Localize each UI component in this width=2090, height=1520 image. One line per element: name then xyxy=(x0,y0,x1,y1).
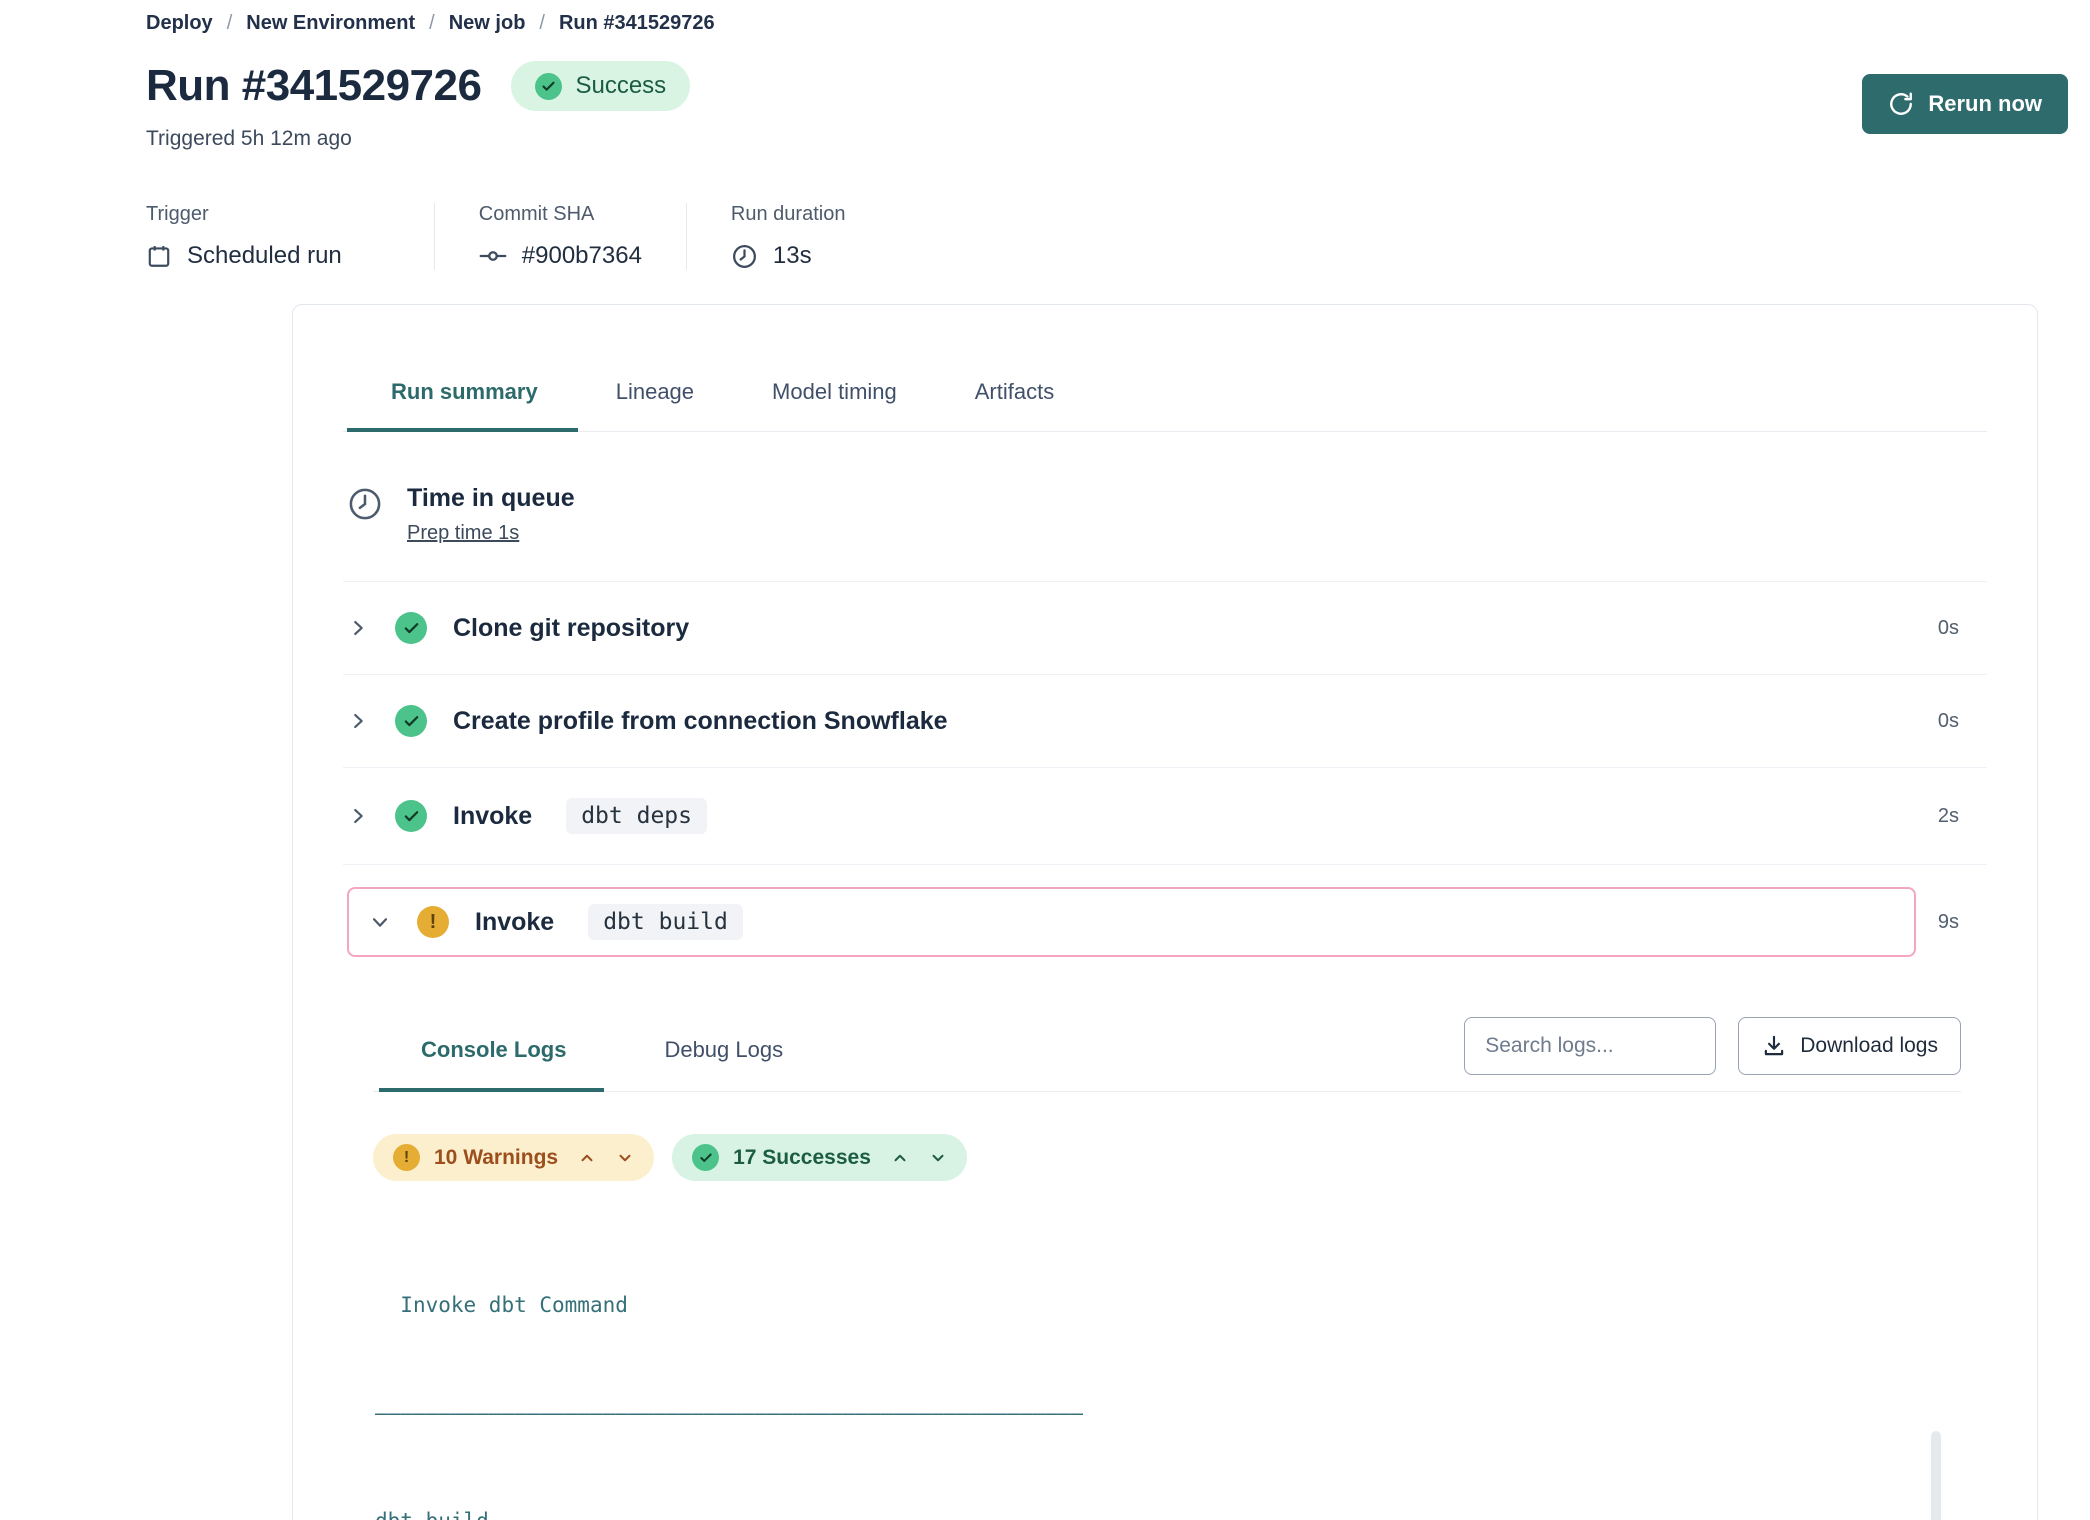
tab-model-timing[interactable]: Model timing xyxy=(772,379,897,431)
meta-duration-label: Run duration xyxy=(731,203,846,226)
clock-outline-icon xyxy=(347,486,383,545)
warning-icon: ! xyxy=(393,1144,420,1171)
page-title: Run #341529726 xyxy=(146,61,481,111)
rerun-now-label: Rerun now xyxy=(1928,91,2042,117)
tab-run-summary[interactable]: Run summary xyxy=(391,379,538,431)
download-logs-label: Download logs xyxy=(1800,1034,1938,1058)
success-check-icon xyxy=(395,800,427,832)
step-row-clone-git[interactable]: Clone git repository 0s xyxy=(343,582,1987,675)
log-filter-badges: ! 10 Warnings 17 Successes xyxy=(373,1134,1961,1181)
tab-console-logs[interactable]: Console Logs xyxy=(421,1037,566,1091)
success-check-icon xyxy=(395,705,427,737)
tab-artifacts[interactable]: Artifacts xyxy=(975,379,1054,431)
check-circle-icon xyxy=(535,73,562,100)
logs-header: Console Logs Debug Logs Download logs xyxy=(373,1017,1961,1092)
prep-time-link[interactable]: Prep time 1s xyxy=(407,522,519,545)
meta-duration: Run duration 13s xyxy=(686,203,890,270)
check-circle-icon xyxy=(692,1144,719,1171)
status-badge: Success xyxy=(511,61,690,111)
tab-debug-logs[interactable]: Debug Logs xyxy=(664,1037,783,1091)
meta-commit-label: Commit SHA xyxy=(479,203,642,226)
status-badge-label: Success xyxy=(575,72,666,100)
step-duration: 2s xyxy=(1938,805,1983,828)
meta-trigger-label: Trigger xyxy=(146,203,342,226)
calendar-icon xyxy=(146,243,172,269)
warnings-badge-label: 10 Warnings xyxy=(434,1146,558,1170)
breadcrumb-separator: / xyxy=(429,12,435,35)
chevron-down-icon[interactable] xyxy=(616,1149,634,1167)
rerun-now-button[interactable]: Rerun now xyxy=(1862,74,2068,134)
chevron-right-icon[interactable] xyxy=(347,710,373,732)
commit-icon xyxy=(479,242,507,270)
chevron-up-icon[interactable] xyxy=(578,1149,596,1167)
download-logs-button[interactable]: Download logs xyxy=(1738,1017,1961,1075)
run-summary-card: Run summary Lineage Model timing Artifac… xyxy=(292,304,2038,1520)
breadcrumb-current-run: Run #341529726 xyxy=(559,12,715,35)
chevron-down-icon[interactable] xyxy=(929,1149,947,1167)
run-tabs: Run summary Lineage Model timing Artifac… xyxy=(343,305,1987,432)
triggered-timestamp: Triggered 5h 12m ago xyxy=(146,127,2064,151)
command-chip: dbt deps xyxy=(566,798,707,834)
scrollbar-thumb[interactable] xyxy=(1931,1431,1941,1520)
chevron-down-icon[interactable] xyxy=(369,911,395,933)
success-check-icon xyxy=(395,612,427,644)
step-duration: 0s xyxy=(1938,617,1983,640)
meta-trigger: Trigger Scheduled run xyxy=(146,203,434,270)
warning-icon: ! xyxy=(417,906,449,938)
chevron-up-icon[interactable] xyxy=(891,1149,909,1167)
selected-step-box[interactable]: ! Invoke dbt build xyxy=(347,887,1916,957)
step-title: Create profile from connection Snowflake xyxy=(453,707,948,736)
console-command-header: Invoke dbt Command xyxy=(375,1287,1909,1323)
meta-duration-value: 13s xyxy=(773,242,812,270)
console-separator: ————————————————————————————————————————… xyxy=(375,1395,1909,1431)
console-command: dbt build xyxy=(375,1503,1909,1520)
step-row-dbt-deps[interactable]: Invoke dbt deps 2s xyxy=(343,768,1987,865)
header: Run #341529726 Success xyxy=(146,61,2064,111)
meta-commit: Commit SHA #900b7364 xyxy=(434,203,686,270)
breadcrumb-deploy[interactable]: Deploy xyxy=(146,12,213,35)
successes-badge-label: 17 Successes xyxy=(733,1146,871,1170)
successes-badge[interactable]: 17 Successes xyxy=(672,1134,967,1181)
meta-commit-value: #900b7364 xyxy=(522,242,642,270)
clock-icon xyxy=(731,243,758,270)
search-logs-input[interactable] xyxy=(1464,1017,1716,1075)
tab-lineage[interactable]: Lineage xyxy=(616,379,694,431)
time-in-queue-section: Time in queue Prep time 1s xyxy=(343,432,1987,582)
logs-panel: Console Logs Debug Logs Download logs ! … xyxy=(373,1017,1961,1520)
step-title: Invoke xyxy=(453,802,532,831)
breadcrumb-environment[interactable]: New Environment xyxy=(246,12,415,35)
warnings-badge[interactable]: ! 10 Warnings xyxy=(373,1134,654,1181)
step-title: Clone git repository xyxy=(453,614,689,643)
breadcrumb-separator: / xyxy=(227,12,233,35)
download-icon xyxy=(1761,1033,1787,1059)
step-row-dbt-build[interactable]: ! Invoke dbt build 9s xyxy=(343,865,1987,973)
chevron-right-icon[interactable] xyxy=(347,617,373,639)
run-detail-page: Deploy / New Environment / New job / Run… xyxy=(0,0,2090,1520)
time-in-queue-title: Time in queue xyxy=(407,484,575,513)
breadcrumb-separator: / xyxy=(539,12,545,35)
step-duration: 9s xyxy=(1938,911,1983,934)
step-duration: 0s xyxy=(1938,710,1983,733)
breadcrumb: Deploy / New Environment / New job / Run… xyxy=(146,12,2064,35)
step-row-create-profile[interactable]: Create profile from connection Snowflake… xyxy=(343,675,1987,768)
breadcrumb-job[interactable]: New job xyxy=(449,12,526,35)
meta-trigger-value: Scheduled run xyxy=(187,242,342,270)
console-log-output: Invoke dbt Command —————————————————————… xyxy=(375,1215,1959,1520)
refresh-icon xyxy=(1888,91,1914,117)
command-chip: dbt build xyxy=(588,904,743,940)
step-title: Invoke xyxy=(475,908,554,937)
run-meta: Trigger Scheduled run Commit SHA #900b73… xyxy=(146,203,2064,270)
chevron-right-icon[interactable] xyxy=(347,805,373,827)
